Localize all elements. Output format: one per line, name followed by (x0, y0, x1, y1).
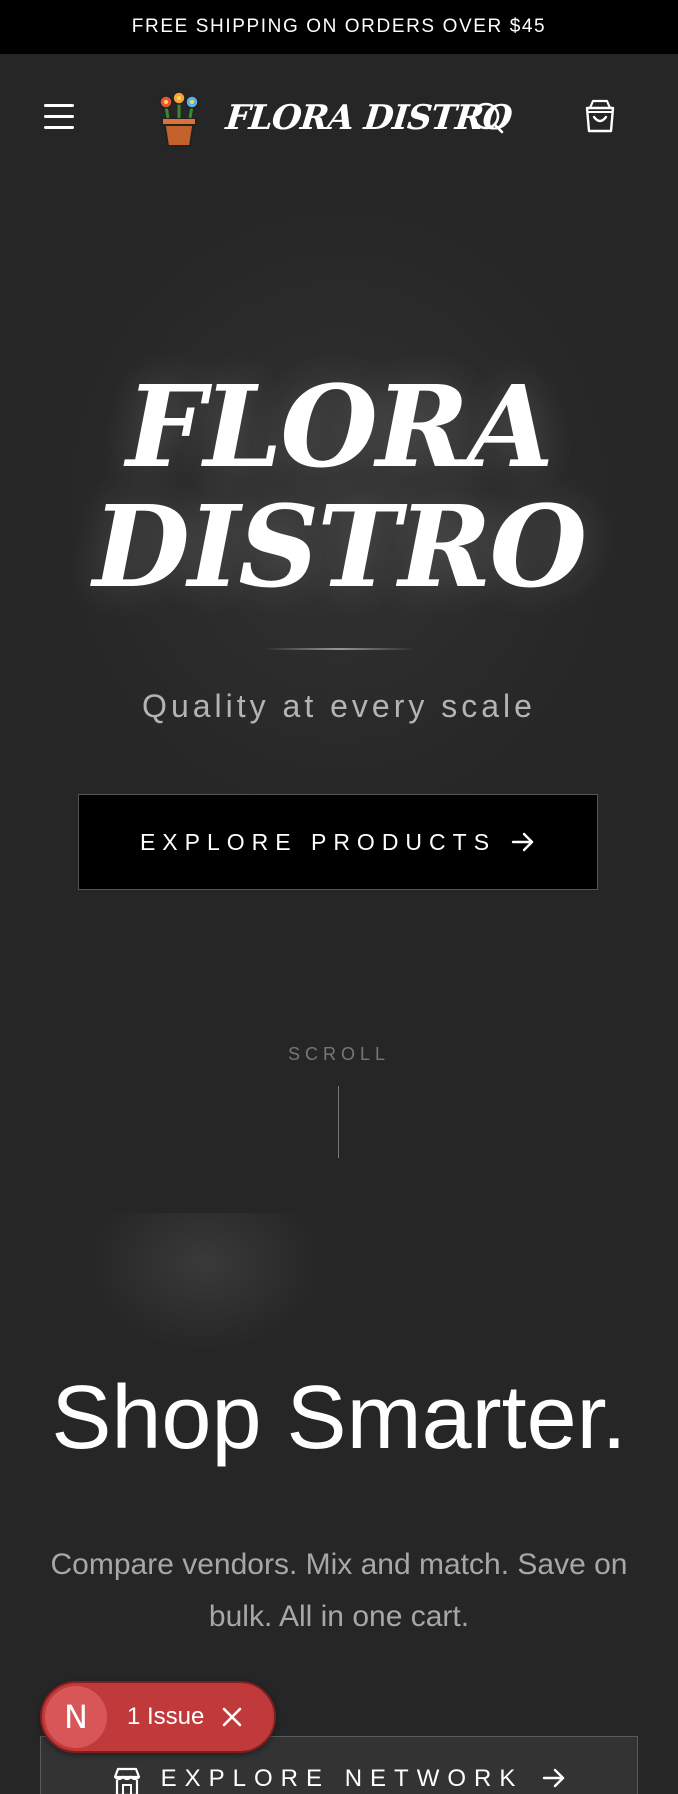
hero-title-line-1: FLORA (126, 362, 554, 493)
issue-indicator[interactable]: N 1 Issue (40, 1681, 276, 1753)
issue-count-label: 1 Issue (127, 1703, 205, 1730)
close-icon[interactable] (218, 1703, 246, 1731)
arrow-right-icon (511, 832, 534, 852)
explore-products-button[interactable]: EXPLORE PRODUCTS (78, 794, 598, 890)
scroll-indicator-line (338, 1086, 339, 1158)
announcement-bar: FREE SHIPPING ON ORDERS OVER $45 (0, 0, 678, 54)
section-description: Compare vendors. Mix and match. Save on … (50, 1548, 628, 1633)
logo[interactable]: FLORA DISTRO (154, 86, 513, 150)
arrow-right-icon (543, 1768, 565, 1788)
hero-title: FLORA DISTRO (0, 368, 678, 608)
hero-title-line-2: DISTRO (92, 482, 587, 613)
explore-network-label: EXPLORE NETWORK (160, 1765, 524, 1792)
hero-section: FLORA DISTRO Quality at every scale EXPL… (0, 182, 678, 1213)
shopping-bag-icon[interactable] (580, 96, 620, 136)
section-title: Shop Smarter. (51, 1368, 627, 1468)
storefront-icon (113, 1767, 140, 1794)
announcement-text: FREE SHIPPING ON ORDERS OVER $45 (131, 16, 547, 37)
decorative-glow (85, 1213, 325, 1353)
explore-products-label: EXPLORE PRODUCTS (139, 828, 497, 855)
scroll-label: SCROLL (287, 1044, 391, 1064)
hero-divider (263, 648, 415, 650)
search-icon[interactable] (468, 98, 508, 138)
menu-icon[interactable] (42, 98, 78, 134)
flower-pot-icon (159, 91, 199, 147)
site-header: FLORA DISTRO (0, 54, 678, 182)
hero-tagline: Quality at every scale (142, 688, 536, 724)
next-logo-badge: N (45, 1686, 107, 1748)
